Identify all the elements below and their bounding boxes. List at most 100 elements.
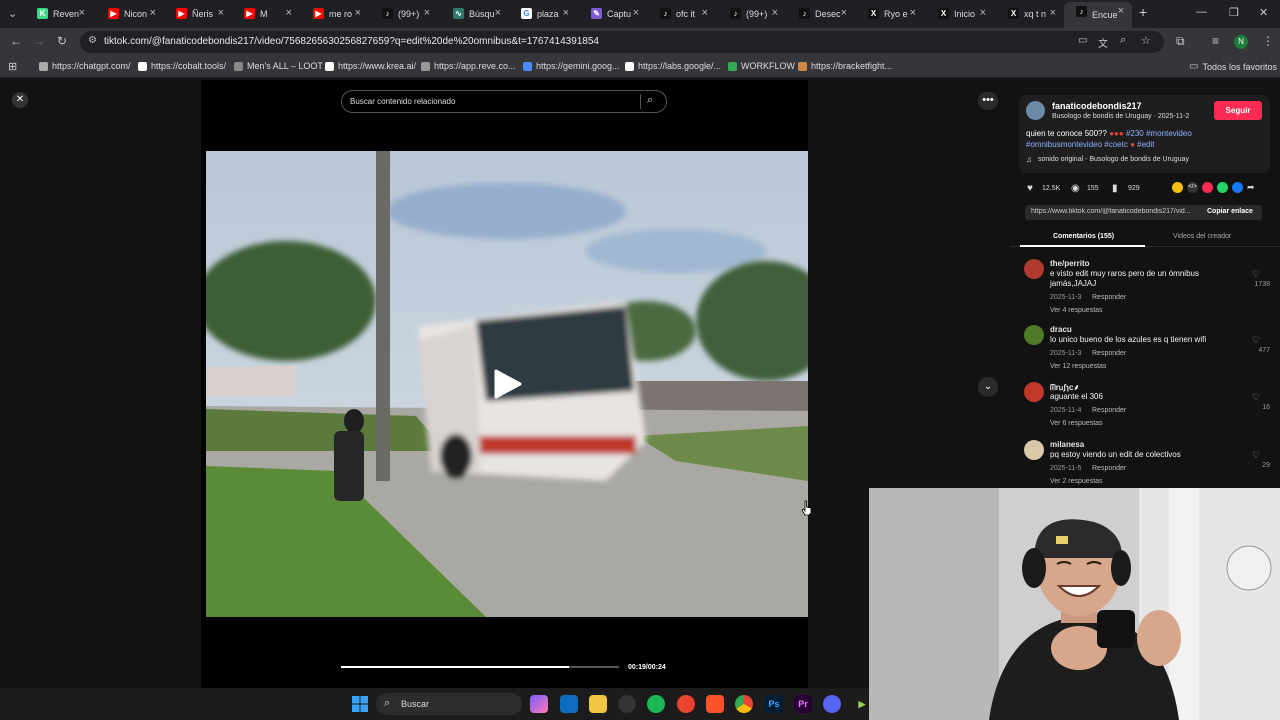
tab-close-icon[interactable]: × xyxy=(910,7,916,19)
reply-button[interactable]: Responder xyxy=(1092,407,1126,414)
site-info-icon[interactable]: ⚙ xyxy=(88,35,97,46)
video-player[interactable] xyxy=(206,151,808,617)
browser-tab[interactable]: ♪ (99+) × xyxy=(370,4,438,24)
bookmark-icon[interactable]: ▮ xyxy=(1112,183,1118,194)
forward-icon[interactable]: → xyxy=(33,34,45,48)
photoshop-icon[interactable]: Ps xyxy=(765,695,783,713)
media-icon[interactable]: ≡ xyxy=(1212,34,1219,48)
tab-close-icon[interactable]: × xyxy=(218,7,224,19)
address-bar[interactable]: ⚙ tiktok.com/@fanaticodebondis217/video/… xyxy=(80,31,1164,53)
creator-username[interactable]: fanaticodebondis217 xyxy=(1052,101,1142,111)
minimize-icon[interactable]: — xyxy=(1196,6,1207,18)
view-replies-button[interactable]: Ver 12 respuestas xyxy=(1050,363,1106,370)
chrome-icon[interactable] xyxy=(735,695,753,713)
commenter-avatar[interactable] xyxy=(1024,440,1044,460)
commenter-name[interactable]: the/perrito xyxy=(1050,259,1090,268)
follow-button[interactable]: Seguir xyxy=(1214,101,1262,120)
bookmark-item[interactable]: https://gemini.goog... xyxy=(523,61,620,71)
browser-tab[interactable]: Xxq t n × xyxy=(996,4,1064,24)
creator-avatar[interactable] xyxy=(1026,101,1045,120)
tab-close-icon[interactable]: × xyxy=(702,7,708,19)
tab-comments[interactable]: Comentarios (155) xyxy=(1053,233,1114,240)
cast-icon[interactable]: ▭ xyxy=(1078,35,1087,46)
bookmark-item[interactable]: https://bracketfight... xyxy=(798,61,892,71)
commenter-avatar[interactable] xyxy=(1024,325,1044,345)
reply-button[interactable]: Responder xyxy=(1092,294,1126,301)
browser-tab[interactable]: ▶ Nicon × xyxy=(96,4,164,24)
close-video-icon[interactable]: ✕ xyxy=(12,92,28,108)
related-search-input[interactable]: Buscar contenido relacionado ⌕ xyxy=(341,90,667,113)
comment-like-icon[interactable]: ♡ xyxy=(1252,269,1260,280)
tab-close-icon[interactable]: × xyxy=(495,7,501,19)
comment-like-icon[interactable]: ♡ xyxy=(1252,450,1260,461)
zoom-icon[interactable]: ⌕ xyxy=(1120,34,1126,47)
browser-tab[interactable]: K Reven × xyxy=(25,4,93,24)
browser-tab[interactable]: ♪ Desec × xyxy=(787,4,855,24)
copilot-icon[interactable] xyxy=(530,695,548,713)
whatsapp-icon[interactable] xyxy=(1217,182,1228,193)
commenter-avatar[interactable] xyxy=(1024,382,1044,402)
browser-tab[interactable]: Gplaza × xyxy=(509,4,577,24)
tab-close-icon[interactable]: × xyxy=(355,7,361,19)
tab-close-icon[interactable]: × xyxy=(563,7,569,19)
tab-close-icon[interactable]: × xyxy=(841,7,847,19)
tab-close-icon[interactable]: × xyxy=(772,7,778,19)
more-options-icon[interactable]: ••• xyxy=(978,92,998,110)
bookmark-item[interactable]: https://www.krea.ai/ xyxy=(325,61,416,71)
back-icon[interactable]: ← xyxy=(10,34,22,48)
firefox-icon[interactable] xyxy=(677,695,695,713)
spotify-icon[interactable] xyxy=(647,695,665,713)
caption-hashtags-2[interactable]: #omnibusmontevideo #coetc xyxy=(1026,140,1128,149)
browser-tab[interactable]: X Inicio × xyxy=(926,4,994,24)
apps-grid-icon[interactable]: ⊞ xyxy=(8,60,17,73)
caption-hashtags[interactable]: #230 #montevideo xyxy=(1126,129,1192,138)
sound-name[interactable]: sonido original - Busologo de bondis de … xyxy=(1038,156,1189,163)
tab-search-icon[interactable]: ⌄ xyxy=(8,7,17,20)
browser-tab[interactable]: ♪ ofc it × xyxy=(648,4,716,24)
embed-icon[interactable]: </> xyxy=(1187,182,1198,193)
bookmark-item[interactable]: Men's ALL – LOOT xyxy=(234,61,323,71)
browser-tab[interactable]: ✎ Captu × xyxy=(579,4,647,24)
reload-icon[interactable]: ↻ xyxy=(57,34,67,48)
tab-close-icon[interactable]: × xyxy=(980,7,986,19)
tab-close-icon[interactable]: × xyxy=(79,7,85,19)
menu-icon[interactable]: ⋮ xyxy=(1262,34,1274,48)
tab-close-icon[interactable]: × xyxy=(1118,5,1124,17)
tab-close-icon[interactable]: × xyxy=(424,7,430,19)
file-explorer-icon[interactable] xyxy=(589,695,607,713)
copy-link-button[interactable]: Copiar enlace xyxy=(1207,208,1253,215)
reply-button[interactable]: Responder xyxy=(1092,465,1126,472)
bookmark-item[interactable]: https://labs.google/... xyxy=(625,61,721,71)
bookmark-star-icon[interactable]: ☆ xyxy=(1141,34,1151,47)
view-replies-button[interactable]: Ver 2 respuestas xyxy=(1050,478,1103,485)
browser-tab[interactable]: ∿ Búsqu × xyxy=(441,4,509,24)
tab-creator-videos[interactable]: Videos del creador xyxy=(1173,233,1231,240)
reply-button[interactable]: Responder xyxy=(1092,350,1126,357)
bookmark-item[interactable]: https://app.reve.co... xyxy=(421,61,516,71)
browser-tab[interactable]: ▶ me ro × xyxy=(301,4,369,24)
view-replies-button[interactable]: Ver 4 respuestas xyxy=(1050,307,1103,314)
search-icon[interactable]: ⌕ xyxy=(647,94,653,107)
new-tab-button[interactable]: + xyxy=(1139,4,1147,20)
translate-icon[interactable]: 文 xyxy=(1098,35,1108,50)
browser-tab[interactable]: ♪ (99+) × xyxy=(718,4,786,24)
comment-like-icon[interactable]: ♡ xyxy=(1252,335,1260,346)
commenter-avatar[interactable] xyxy=(1024,259,1044,279)
discord-icon[interactable] xyxy=(823,695,841,713)
browser-tab[interactable]: ▶ M × xyxy=(232,4,300,24)
maximize-icon[interactable]: ❐ xyxy=(1229,6,1239,19)
tab-close-icon[interactable]: × xyxy=(150,7,156,19)
share-friends-icon[interactable] xyxy=(1172,182,1183,193)
tab-close-icon[interactable]: × xyxy=(286,7,292,19)
tab-close-icon[interactable]: × xyxy=(1050,7,1056,19)
taskbar-search[interactable]: ⌕ Buscar xyxy=(376,693,522,715)
bookmark-item[interactable]: https://chatgpt.com/ xyxy=(39,61,131,71)
comment-bubble-icon[interactable]: ◉ xyxy=(1071,183,1080,194)
close-window-icon[interactable]: ✕ xyxy=(1259,6,1268,19)
like-heart-icon[interactable]: ♥ xyxy=(1027,183,1033,194)
brave-icon[interactable] xyxy=(706,695,724,713)
bookmark-item[interactable]: WORKFLOW xyxy=(728,61,795,71)
profile-avatar[interactable]: N xyxy=(1234,35,1248,49)
browser-tab[interactable]: ▶ Ñeris × xyxy=(164,4,232,24)
windows-start-icon[interactable] xyxy=(351,695,369,713)
